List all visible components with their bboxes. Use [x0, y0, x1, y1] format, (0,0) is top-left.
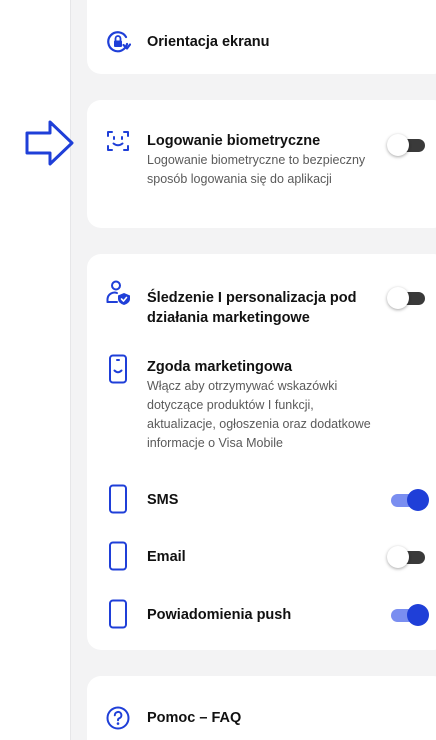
tracking-label: Śledzenie I personalizacja pod działania… — [147, 290, 357, 326]
email-toggle[interactable] — [387, 546, 429, 568]
biometric-toggle[interactable] — [387, 134, 429, 156]
phone-smile-icon — [105, 354, 131, 384]
user-shield-icon — [105, 279, 131, 305]
consent-description: Włącz aby otrzymywać wskazówki dotyczące… — [147, 379, 371, 450]
sms-toggle[interactable] — [387, 489, 429, 511]
email-label: Email — [147, 549, 186, 565]
phone-outline-icon — [105, 541, 131, 571]
screen-rotation-lock-icon — [105, 29, 131, 55]
help-card[interactable]: Pomoc – FAQ — [87, 676, 436, 740]
orientation-label: Orientacja ekranu — [147, 34, 270, 50]
biometric-label: Logowanie biometryczne — [147, 133, 321, 149]
tracking-toggle[interactable] — [387, 287, 429, 309]
phone-outline-icon — [105, 599, 131, 629]
biometric-card: Logowanie biometryczne Logowanie biometr… — [87, 100, 436, 228]
face-id-icon — [105, 128, 131, 154]
biometric-description: Logowanie biometryczne to bezpieczny spo… — [147, 153, 366, 186]
phone-outline-icon — [105, 484, 131, 514]
sms-label: SMS — [147, 492, 179, 508]
push-label: Powiadomienia push — [147, 607, 292, 623]
marketing-card: Śledzenie I personalizacja pod działania… — [87, 254, 436, 650]
arrow-right-icon — [24, 118, 76, 168]
help-label: Pomoc – FAQ — [147, 710, 242, 726]
settings-screen: Orientacja ekranu Logowanie biometryczne… — [0, 0, 436, 740]
question-circle-icon — [105, 705, 131, 731]
consent-label: Zgoda marketingowa — [147, 359, 293, 375]
orientation-card[interactable]: Orientacja ekranu — [87, 0, 436, 74]
push-toggle[interactable] — [387, 604, 429, 626]
